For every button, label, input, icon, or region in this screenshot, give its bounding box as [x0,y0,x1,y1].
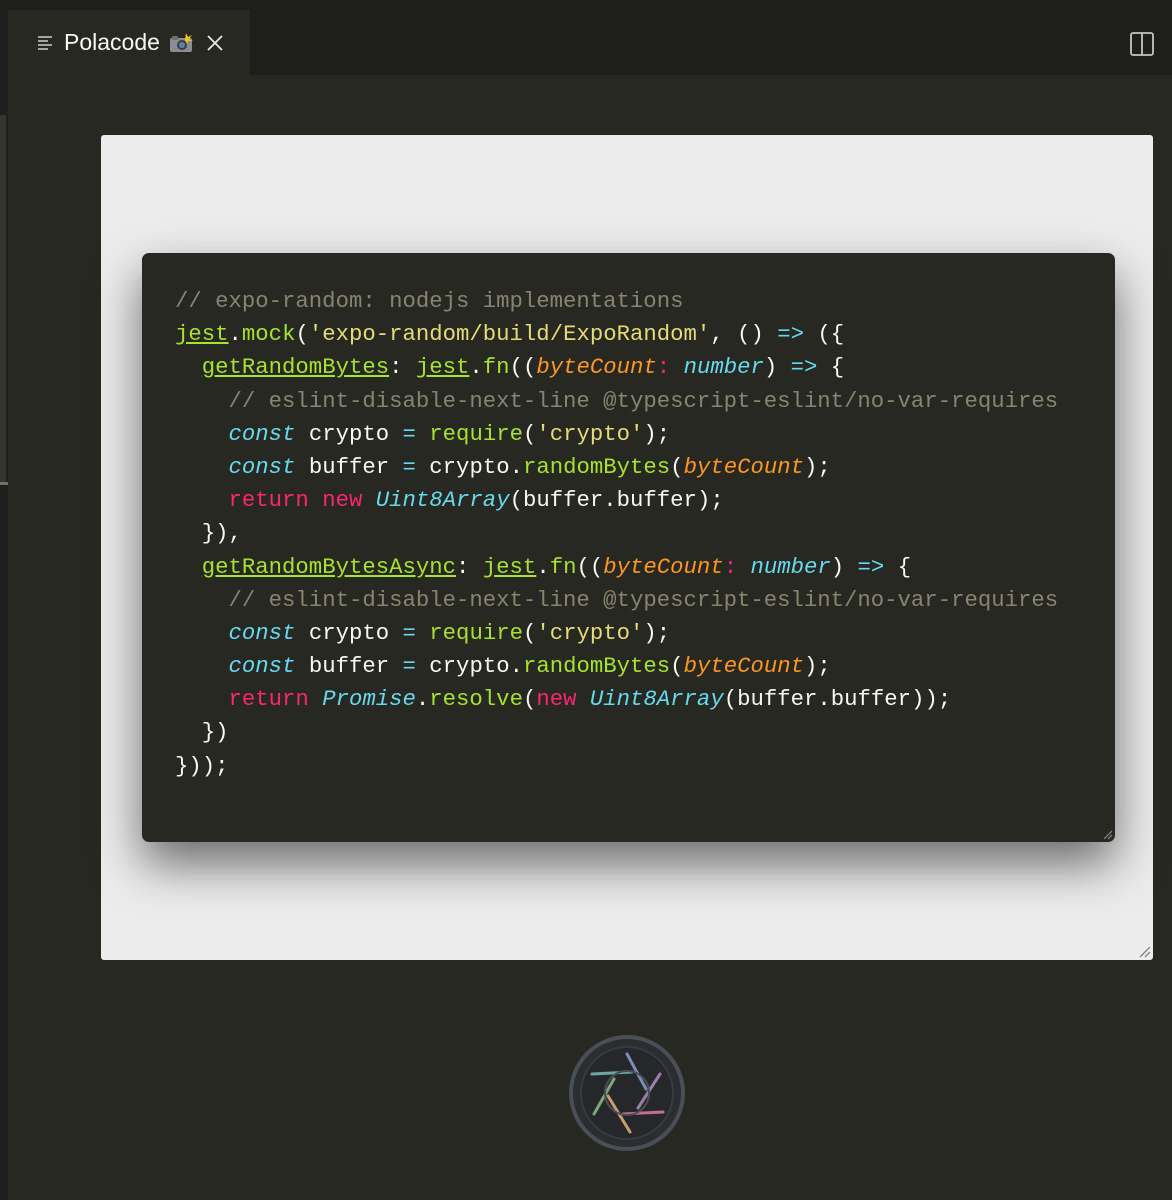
code-snippet[interactable]: // expo-random: nodejs implementations je… [142,253,1115,842]
split-editor-icon[interactable] [1128,30,1156,58]
snippet-container[interactable]: // expo-random: nodejs implementations je… [101,135,1153,960]
code-line: const buffer = crypto.randomBytes(byteCo… [228,453,831,480]
window-top-strip [0,0,1172,10]
code-line: // eslint-disable-next-line @typescript-… [228,586,1059,613]
code-line: return new Uint8Array(buffer.buffer); [228,487,724,514]
container-resize-handle-icon[interactable] [1137,944,1151,958]
code-line: jest.mock('expo-random/build/ExpoRandom'… [175,321,845,348]
code-block: // expo-random: nodejs implementations je… [175,285,1115,783]
snippet-resize-handle-icon[interactable] [1099,826,1113,840]
tab-polacode[interactable]: Polacode [8,10,250,75]
code-line: }), [201,520,242,547]
code-line: }) [201,719,229,746]
code-line: return Promise.resolve(new Uint8Array(bu… [228,686,952,713]
code-line: getRandomBytesAsync: jest.fn((byteCount:… [201,553,912,580]
code-line: })); [175,752,229,779]
close-icon[interactable] [204,32,226,54]
editor-tab-bar: Polacode [0,10,1172,75]
tab-title: Polacode [64,29,160,55]
code-line: // eslint-disable-next-line @typescript-… [228,387,1059,414]
camera-flash-icon [169,32,193,52]
gutter-mark [0,482,8,485]
code-line: const buffer = crypto.randomBytes(byteCo… [228,653,831,680]
lines-icon [38,35,52,50]
code-line: const crypto = require('crypto'); [228,420,671,447]
code-line: const crypto = require('crypto'); [228,619,671,646]
code-line: getRandomBytes: jest.fn((byteCount: numb… [201,354,845,381]
gutter-scroll-track [0,115,6,485]
code-line: // expo-random: nodejs implementations [175,288,684,314]
camera-shutter-icon[interactable] [568,1034,686,1152]
